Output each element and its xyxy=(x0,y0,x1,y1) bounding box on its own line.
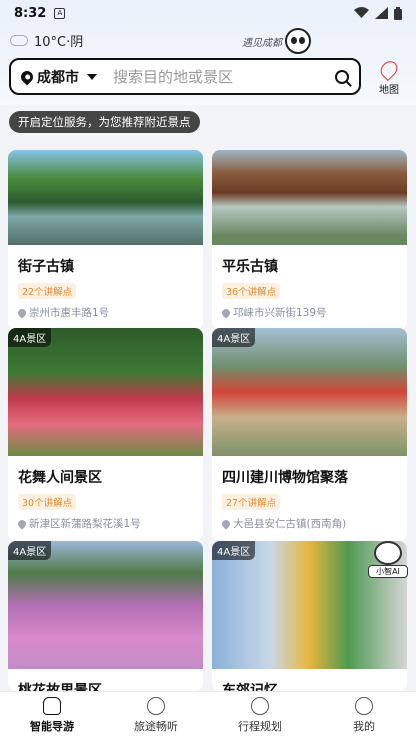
guide-points-badge: 36个讲解点 xyxy=(222,283,281,299)
rating-tag: 4A景区 xyxy=(212,328,256,347)
city-selector[interactable]: 成都市 xyxy=(18,67,97,87)
map-button[interactable]: 地图 xyxy=(372,57,406,96)
rating-tag: 4A景区 xyxy=(8,541,52,560)
scenic-title: 街子古镇 xyxy=(18,259,74,275)
scenic-address: 新津区新蒲路梨花溪1号 xyxy=(16,516,193,531)
address-text: 新津区新蒲路梨花溪1号 xyxy=(29,518,141,530)
map-pin-icon xyxy=(377,57,401,82)
status-time: 8:32 xyxy=(14,5,47,21)
scenic-photo xyxy=(212,150,407,245)
scenic-title: 桃花故里景区 xyxy=(18,683,102,691)
nav-label: 智能导游 xyxy=(30,720,74,733)
search-bar[interactable]: 成都市 xyxy=(9,58,361,95)
scenic-photo: 4A景区 xyxy=(212,328,407,456)
scenic-title: 东郊记忆 xyxy=(222,683,278,691)
location-pin-icon xyxy=(18,68,36,85)
scenic-title: 花舞人间景区 xyxy=(18,470,102,486)
scenic-photo: 4A景区 xyxy=(8,328,203,456)
nav-label: 我的 xyxy=(353,720,375,733)
slogan: 遇见成都 xyxy=(242,38,282,49)
wifi-icon xyxy=(354,7,369,18)
home-icon xyxy=(43,697,61,715)
music-icon xyxy=(147,697,165,715)
battery-icon xyxy=(394,6,402,20)
weather-text: 10°C·阴 xyxy=(34,35,84,50)
nav-item-guide[interactable]: 智能导游 xyxy=(0,692,104,739)
scenic-card[interactable]: 4A景区 花舞人间景区 30个讲解点 新津区新蒲路梨花溪1号 xyxy=(8,328,203,541)
scenic-photo xyxy=(8,150,203,245)
status-icons xyxy=(354,6,402,20)
guide-points-badge: 27个讲解点 xyxy=(222,494,281,510)
nav-label: 行程规划 xyxy=(238,720,282,733)
weather-widget: 10°C·阴 xyxy=(10,31,83,50)
status-bar: 8:32 A xyxy=(0,0,416,26)
scenic-address: 大邑县安仁古镇(西南角) xyxy=(220,516,397,531)
scenic-photo: 4A景区 xyxy=(8,541,203,669)
scenic-address: 邛崃市兴新街139号 xyxy=(220,305,397,320)
city-label: 成都市 xyxy=(37,69,79,86)
guide-points-badge: 30个讲解点 xyxy=(18,494,77,510)
scenic-address: 崇州市惠丰路1号 xyxy=(16,305,193,320)
nav-item-mine[interactable]: 我的 xyxy=(312,692,416,739)
guide-points-badge: 22个讲解点 xyxy=(18,283,77,299)
map-label: 地图 xyxy=(379,85,399,96)
panda-icon xyxy=(285,28,311,54)
nav-label: 旅途畅听 xyxy=(134,720,178,733)
search-icon[interactable] xyxy=(335,69,349,84)
location-icon xyxy=(220,306,232,319)
nav-item-plan[interactable]: 行程规划 xyxy=(208,692,312,739)
rating-tag: 4A景区 xyxy=(212,541,256,560)
scenic-card[interactable]: 平乐古镇 36个讲解点 邛崃市兴新街139号 xyxy=(212,150,407,330)
address-text: 大邑县安仁古镇(西南角) xyxy=(233,518,347,530)
address-text: 邛崃市兴新街139号 xyxy=(233,307,327,319)
chevron-down-icon xyxy=(87,73,97,80)
rating-tag: 4A景区 xyxy=(8,328,52,347)
signal-icon xyxy=(375,7,388,19)
scenic-title: 平乐古镇 xyxy=(222,259,278,275)
mascot-label: 小智AI xyxy=(368,565,408,578)
mascot-icon xyxy=(374,541,402,565)
location-icon xyxy=(16,517,28,530)
ai-assistant-button[interactable]: 小智AI xyxy=(368,533,408,578)
scenic-title: 四川建川博物馆聚落 xyxy=(222,470,348,486)
nav-item-listen[interactable]: 旅途畅听 xyxy=(104,692,208,739)
notification-icon: A xyxy=(54,7,66,19)
scenic-card[interactable]: 4A景区 四川建川博物馆聚落 27个讲解点 大邑县安仁古镇(西南角) xyxy=(212,328,407,541)
user-icon xyxy=(355,697,373,715)
address-text: 崇州市惠丰路1号 xyxy=(29,307,110,319)
plus-circle-icon xyxy=(251,697,269,715)
location-icon xyxy=(16,306,28,319)
scenic-card[interactable]: 4A景区 桃花故里景区 xyxy=(8,541,203,691)
location-icon xyxy=(220,517,232,530)
scenic-card[interactable]: 街子古镇 22个讲解点 崇州市惠丰路1号 xyxy=(8,150,203,330)
cloud-icon xyxy=(10,35,28,46)
location-tooltip[interactable]: 开启定位服务，为您推荐附近景点 xyxy=(9,111,200,133)
search-input[interactable] xyxy=(113,67,335,86)
bottom-nav: 智能导游 旅途畅听 行程规划 我的 xyxy=(0,691,416,739)
